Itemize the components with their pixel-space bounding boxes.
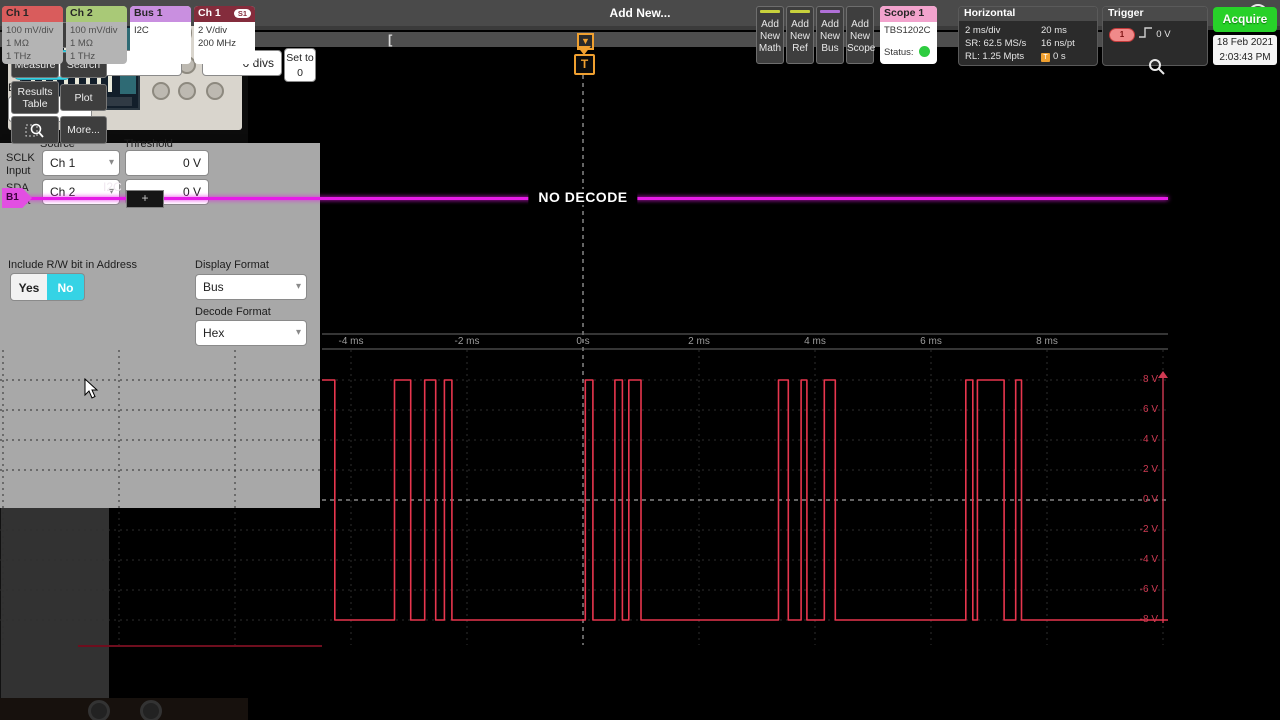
trigger-source-pill: 1 — [1109, 28, 1135, 42]
acquire-button[interactable]: Acquire — [1213, 7, 1277, 32]
channel-badge-ch2[interactable]: Ch 2 100 mV/div 1 MΩ 1 THz — [66, 6, 127, 64]
status-label: Status: — [884, 47, 914, 58]
y-tick-label: -8 V — [1126, 614, 1158, 625]
status-ok-icon — [919, 46, 930, 57]
tekscope-app: -4 ms -2 ms 0 s 2 ms 4 ms 6 ms 8 ms 8 V 6 V 4 V 2… — [0, 0, 1280, 720]
search-zoom-icon[interactable] — [1148, 58, 1166, 76]
bus1-wave-label: I2C — [103, 180, 122, 194]
channel-badge-remote-ch1[interactable]: S1 Ch 1 2 V/div 200 MHz — [194, 6, 255, 64]
trigger-pos-icon: T — [1041, 53, 1050, 62]
sclk-source-dropdown[interactable]: Ch 1 — [42, 150, 120, 176]
trigger-header: Trigger — [1103, 7, 1207, 21]
y-tick-label: -6 V — [1126, 584, 1158, 595]
add-new-scope-button[interactable]: Add New Scope — [846, 6, 874, 64]
volt-ruler-arrow-icon — [1158, 371, 1168, 378]
datetime-display: 18 Feb 2021 2:03:43 PM — [1213, 35, 1277, 65]
add-new-math-button[interactable]: Add New Math — [756, 6, 784, 64]
trigger-level: 0 V — [1156, 29, 1170, 40]
scope-knob-icon — [178, 82, 196, 100]
mouse-cursor-icon — [84, 378, 100, 400]
horizontal-badge[interactable]: Horizontal 2 ms/div 20 ms SR: 62.5 MS/s … — [958, 6, 1098, 66]
y-tick-label: -4 V — [1126, 554, 1158, 565]
x-tick-label: 2 ms — [679, 336, 719, 347]
display-format-dropdown[interactable]: Bus — [195, 274, 307, 300]
x-tick-label: 6 ms — [911, 336, 951, 347]
zoom-mode-button[interactable] — [11, 116, 59, 144]
results-table-button[interactable]: Results Table — [11, 81, 59, 114]
rw-bit-label: Include R/W bit in Address — [8, 259, 137, 271]
set-to-zero-button[interactable]: Set to 0 — [284, 48, 316, 82]
scope-model: TBS1202C — [884, 24, 933, 37]
x-tick-label: -4 ms — [331, 336, 371, 347]
y-tick-label: -2 V — [1126, 524, 1158, 535]
scope-knob-icon — [206, 82, 224, 100]
channel-header: S1 Ch 1 — [194, 6, 255, 22]
bus1-signal-trace — [322, 380, 1168, 620]
plot-bottom-edge — [78, 645, 322, 647]
scope-knob-icon — [152, 82, 170, 100]
y-tick-label: 2 V — [1126, 464, 1158, 475]
x-tick-label: 8 ms — [1027, 336, 1067, 347]
add-new-panel: Add New... Cursors Callout Measure Searc… — [0, 508, 109, 720]
channel-header: Ch 2 — [66, 6, 127, 22]
sclk-input-label: SCLK Input — [6, 152, 40, 178]
no-decode-label: NO DECODE — [528, 189, 637, 205]
y-tick-label: 4 V — [1126, 434, 1158, 445]
scope1-tag: S1 — [234, 9, 251, 18]
zoom-range-left-bracket[interactable]: [ — [388, 32, 392, 47]
bus-header: Bus 1 — [130, 6, 191, 22]
channel-badge-ch1[interactable]: Ch 1 100 mV/div 1 MΩ 1 THz — [2, 6, 63, 64]
add-new-bus-button[interactable]: Add New Bus — [816, 6, 844, 64]
add-new-ref-button[interactable]: Add New Ref — [786, 6, 814, 64]
rw-no-button[interactable]: No — [47, 273, 85, 301]
horizontal-header: Horizontal — [959, 7, 1097, 21]
rw-yes-button[interactable]: Yes — [10, 273, 48, 301]
rising-edge-icon — [1138, 26, 1154, 39]
x-tick-label: -2 ms — [447, 336, 487, 347]
x-tick-label: 4 ms — [795, 336, 835, 347]
scope1-badge[interactable]: Scope 1 TBS1202C Status: — [880, 6, 937, 64]
threshold-label: Threshold — [124, 138, 173, 150]
y-tick-label: 8 V — [1126, 374, 1158, 385]
decode-format-label: Decode Format — [195, 306, 271, 318]
magnifier-icon — [25, 121, 45, 139]
trigger-position-marker[interactable]: T — [574, 54, 595, 75]
display-format-label: Display Format — [195, 259, 269, 271]
y-tick-label: 6 V — [1126, 404, 1158, 415]
bus1-expand-button[interactable]: + — [126, 190, 164, 208]
bus-badge-bus1[interactable]: Bus 1 I2C — [130, 6, 191, 64]
y-tick-label: 0 V — [1126, 494, 1158, 505]
channel-header: Ch 1 — [2, 6, 63, 22]
x-tick-label: 0 s — [563, 336, 603, 347]
plot-button[interactable]: Plot — [60, 84, 107, 111]
more-button[interactable]: More... — [60, 116, 107, 144]
decode-format-dropdown[interactable]: Hex — [195, 320, 307, 346]
sclk-threshold-input[interactable]: 0 V — [125, 150, 209, 176]
trigger-badge[interactable]: Trigger 1 0 V — [1102, 6, 1208, 66]
scope1-header: Scope 1 — [880, 6, 937, 22]
